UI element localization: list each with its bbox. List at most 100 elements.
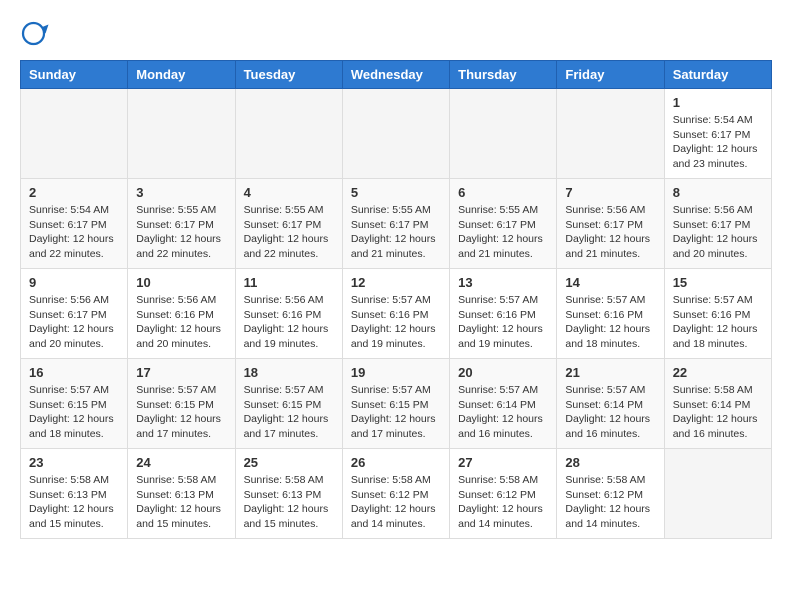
calendar-day-cell: 8 Sunrise: 5:56 AM Sunset: 6:17 PM Daylig…: [664, 179, 771, 269]
calendar-day-cell: 5 Sunrise: 5:55 AM Sunset: 6:17 PM Daylig…: [342, 179, 449, 269]
day-number: 18: [244, 365, 334, 380]
day-info: Sunrise: 5:57 AM Sunset: 6:16 PM Dayligh…: [458, 293, 548, 352]
logo-icon: [20, 20, 50, 50]
calendar-day-cell: [664, 449, 771, 539]
day-info: Sunrise: 5:56 AM Sunset: 6:16 PM Dayligh…: [136, 293, 226, 352]
calendar-header: SundayMondayTuesdayWednesdayThursdayFrid…: [21, 61, 772, 89]
day-number: 19: [351, 365, 441, 380]
calendar-header-cell: Sunday: [21, 61, 128, 89]
calendar-day-cell: 7Sunrise: 5:56 AM Sunset: 6:17 PM Daylig…: [557, 179, 664, 269]
calendar-day-cell: 20 Sunrise: 5:57 AM Sunset: 6:14 PM Dayli…: [450, 359, 557, 449]
calendar-day-cell: 16 Sunrise: 5:57 AM Sunset: 6:15 PM Dayli…: [21, 359, 128, 449]
day-number: 25: [244, 455, 334, 470]
day-info: Sunrise: 5:58 AM Sunset: 6:12 PM Dayligh…: [458, 473, 548, 532]
day-number: 2: [29, 185, 119, 200]
day-number: 3: [136, 185, 226, 200]
day-number: 17: [136, 365, 226, 380]
calendar-header-cell: Tuesday: [235, 61, 342, 89]
day-number: 20: [458, 365, 548, 380]
calendar-day-cell: 24Sunrise: 5:58 AM Sunset: 6:13 PM Dayli…: [128, 449, 235, 539]
calendar-day-cell: 12 Sunrise: 5:57 AM Sunset: 6:16 PM Dayli…: [342, 269, 449, 359]
calendar-week-row: 16 Sunrise: 5:57 AM Sunset: 6:15 PM Dayli…: [21, 359, 772, 449]
day-number: 5: [351, 185, 441, 200]
day-number: 10: [136, 275, 226, 290]
day-info: Sunrise: 5:58 AM Sunset: 6:13 PM Dayligh…: [29, 473, 119, 532]
calendar-day-cell: 9 Sunrise: 5:56 AM Sunset: 6:17 PM Daylig…: [21, 269, 128, 359]
day-info: Sunrise: 5:57 AM Sunset: 6:16 PM Dayligh…: [673, 293, 763, 352]
calendar-day-cell: 23 Sunrise: 5:58 AM Sunset: 6:13 PM Dayli…: [21, 449, 128, 539]
day-number: 4: [244, 185, 334, 200]
day-number: 26: [351, 455, 441, 470]
calendar-week-row: 1 Sunrise: 5:54 AM Sunset: 6:17 PM Daylig…: [21, 89, 772, 179]
day-info: Sunrise: 5:56 AM Sunset: 6:17 PM Dayligh…: [29, 293, 119, 352]
calendar-header-cell: Monday: [128, 61, 235, 89]
day-info: Sunrise: 5:57 AM Sunset: 6:15 PM Dayligh…: [136, 383, 226, 442]
day-number: 24: [136, 455, 226, 470]
day-number: 1: [673, 95, 763, 110]
calendar-day-cell: 14 Sunrise: 5:57 AM Sunset: 6:16 PM Dayli…: [557, 269, 664, 359]
calendar-day-cell: 28 Sunrise: 5:58 AM Sunset: 6:12 PM Dayli…: [557, 449, 664, 539]
day-number: 13: [458, 275, 548, 290]
day-number: 22: [673, 365, 763, 380]
calendar-day-cell: 13 Sunrise: 5:57 AM Sunset: 6:16 PM Dayli…: [450, 269, 557, 359]
day-info: Sunrise: 5:58 AM Sunset: 6:13 PM Dayligh…: [244, 473, 334, 532]
calendar-day-cell: 4 Sunrise: 5:55 AM Sunset: 6:17 PM Daylig…: [235, 179, 342, 269]
day-info: Sunrise: 5:57 AM Sunset: 6:15 PM Dayligh…: [351, 383, 441, 442]
day-info: Sunrise: 5:57 AM Sunset: 6:14 PM Dayligh…: [458, 383, 548, 442]
calendar-header-cell: Wednesday: [342, 61, 449, 89]
calendar-day-cell: 18 Sunrise: 5:57 AM Sunset: 6:15 PM Dayli…: [235, 359, 342, 449]
day-number: 28: [565, 455, 655, 470]
day-number: 8: [673, 185, 763, 200]
calendar-day-cell: 6Sunrise: 5:55 AM Sunset: 6:17 PM Daylig…: [450, 179, 557, 269]
page-header: [20, 20, 772, 50]
calendar-header-row: SundayMondayTuesdayWednesdayThursdayFrid…: [21, 61, 772, 89]
calendar-week-row: 23 Sunrise: 5:58 AM Sunset: 6:13 PM Dayli…: [21, 449, 772, 539]
calendar-body: 1 Sunrise: 5:54 AM Sunset: 6:17 PM Daylig…: [21, 89, 772, 539]
calendar-day-cell: [128, 89, 235, 179]
day-number: 9: [29, 275, 119, 290]
day-number: 23: [29, 455, 119, 470]
day-info: Sunrise: 5:57 AM Sunset: 6:15 PM Dayligh…: [244, 383, 334, 442]
day-number: 6: [458, 185, 548, 200]
day-info: Sunrise: 5:55 AM Sunset: 6:17 PM Dayligh…: [351, 203, 441, 262]
day-info: Sunrise: 5:58 AM Sunset: 6:12 PM Dayligh…: [351, 473, 441, 532]
day-info: Sunrise: 5:57 AM Sunset: 6:16 PM Dayligh…: [565, 293, 655, 352]
calendar-day-cell: 3 Sunrise: 5:55 AM Sunset: 6:17 PM Daylig…: [128, 179, 235, 269]
calendar-week-row: 2 Sunrise: 5:54 AM Sunset: 6:17 PM Daylig…: [21, 179, 772, 269]
calendar-day-cell: 26 Sunrise: 5:58 AM Sunset: 6:12 PM Dayli…: [342, 449, 449, 539]
day-info: Sunrise: 5:58 AM Sunset: 6:14 PM Dayligh…: [673, 383, 763, 442]
day-number: 14: [565, 275, 655, 290]
calendar-day-cell: 15Sunrise: 5:57 AM Sunset: 6:16 PM Dayli…: [664, 269, 771, 359]
day-info: Sunrise: 5:55 AM Sunset: 6:17 PM Dayligh…: [244, 203, 334, 262]
calendar-day-cell: [342, 89, 449, 179]
day-info: Sunrise: 5:56 AM Sunset: 6:17 PM Dayligh…: [673, 203, 763, 262]
calendar-day-cell: [557, 89, 664, 179]
calendar-header-cell: Saturday: [664, 61, 771, 89]
calendar-day-cell: 1 Sunrise: 5:54 AM Sunset: 6:17 PM Daylig…: [664, 89, 771, 179]
day-info: Sunrise: 5:54 AM Sunset: 6:17 PM Dayligh…: [29, 203, 119, 262]
calendar-day-cell: 25 Sunrise: 5:58 AM Sunset: 6:13 PM Dayli…: [235, 449, 342, 539]
calendar-table: SundayMondayTuesdayWednesdayThursdayFrid…: [20, 60, 772, 539]
calendar-day-cell: [450, 89, 557, 179]
day-info: Sunrise: 5:56 AM Sunset: 6:16 PM Dayligh…: [244, 293, 334, 352]
calendar-day-cell: 19 Sunrise: 5:57 AM Sunset: 6:15 PM Dayli…: [342, 359, 449, 449]
day-number: 7: [565, 185, 655, 200]
calendar-day-cell: 22 Sunrise: 5:58 AM Sunset: 6:14 PM Dayli…: [664, 359, 771, 449]
day-number: 12: [351, 275, 441, 290]
calendar-week-row: 9 Sunrise: 5:56 AM Sunset: 6:17 PM Daylig…: [21, 269, 772, 359]
calendar-day-cell: [235, 89, 342, 179]
logo: [20, 20, 54, 50]
calendar-header-cell: Thursday: [450, 61, 557, 89]
day-info: Sunrise: 5:57 AM Sunset: 6:14 PM Dayligh…: [565, 383, 655, 442]
calendar-day-cell: 21Sunrise: 5:57 AM Sunset: 6:14 PM Dayli…: [557, 359, 664, 449]
day-number: 16: [29, 365, 119, 380]
day-info: Sunrise: 5:57 AM Sunset: 6:16 PM Dayligh…: [351, 293, 441, 352]
day-number: 27: [458, 455, 548, 470]
day-info: Sunrise: 5:54 AM Sunset: 6:17 PM Dayligh…: [673, 113, 763, 172]
calendar-day-cell: 11Sunrise: 5:56 AM Sunset: 6:16 PM Dayli…: [235, 269, 342, 359]
calendar-day-cell: 10 Sunrise: 5:56 AM Sunset: 6:16 PM Dayli…: [128, 269, 235, 359]
day-info: Sunrise: 5:55 AM Sunset: 6:17 PM Dayligh…: [136, 203, 226, 262]
day-info: Sunrise: 5:58 AM Sunset: 6:12 PM Dayligh…: [565, 473, 655, 532]
day-info: Sunrise: 5:57 AM Sunset: 6:15 PM Dayligh…: [29, 383, 119, 442]
calendar-day-cell: [21, 89, 128, 179]
